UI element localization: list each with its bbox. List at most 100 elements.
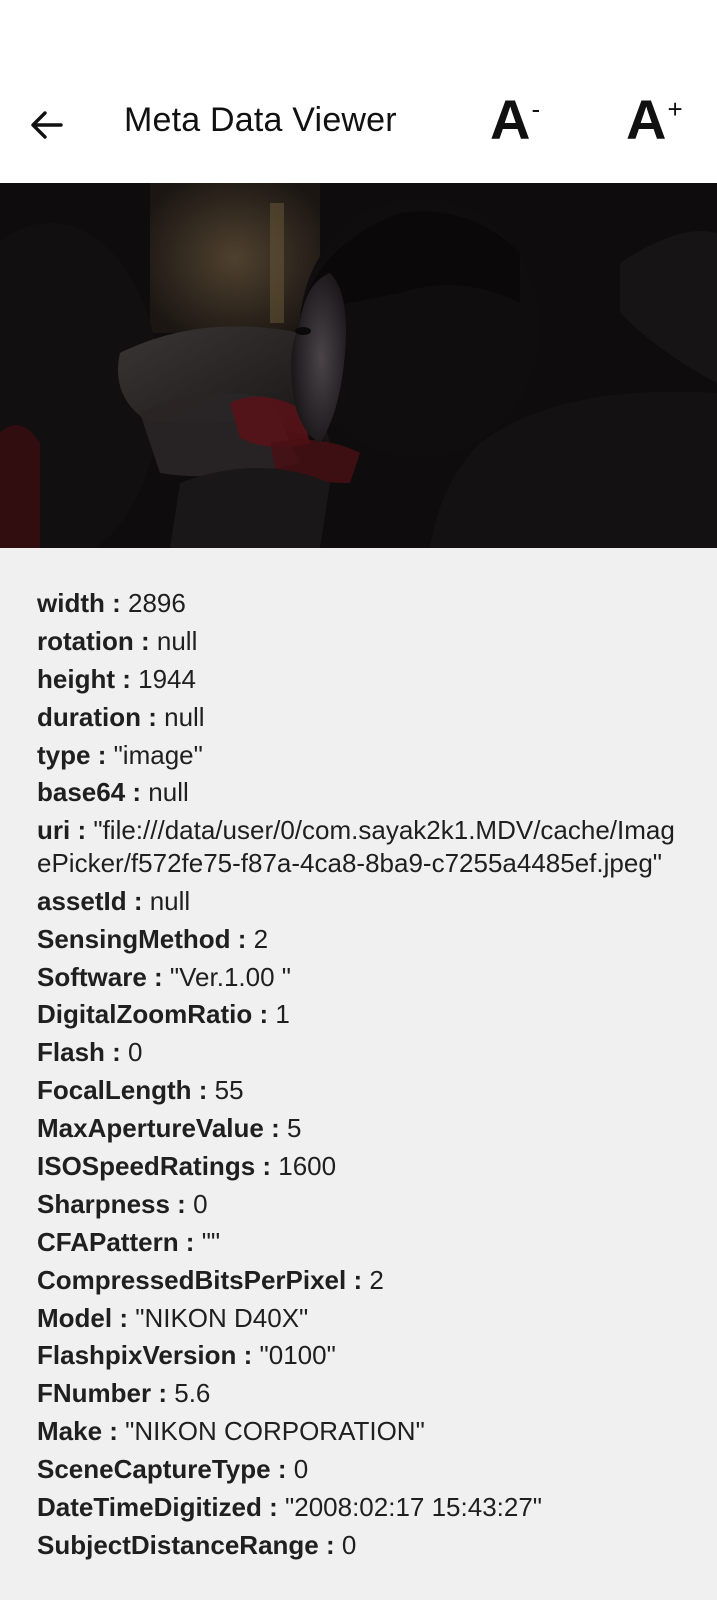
metadata-list: width : 2896 rotation : null height : 1944… bbox=[37, 587, 687, 1567]
metadata-value: 2896 bbox=[127, 588, 186, 618]
metadata-key: uri bbox=[37, 815, 71, 846]
metadata-row: base64 : null bbox=[37, 776, 687, 809]
metadata-separator: : bbox=[90, 739, 114, 770]
metadata-key: SubjectDistanceRange bbox=[37, 1529, 319, 1560]
metadata-separator: : bbox=[104, 588, 128, 618]
metadata-row: FlashpixVersion : "0100" bbox=[37, 1339, 687, 1372]
metadata-key: base64 bbox=[37, 777, 126, 808]
metadata-value: "image" bbox=[113, 739, 203, 770]
metadata-value: null bbox=[149, 885, 191, 916]
metadata-key: Make bbox=[37, 1416, 103, 1447]
metadata-key: FNumber bbox=[37, 1378, 152, 1409]
metadata-row: Flash : 0 bbox=[37, 1036, 687, 1069]
metadata-row: SensingMethod : 2 bbox=[37, 923, 687, 956]
metadata-key: type bbox=[37, 739, 91, 770]
metadata-separator: : bbox=[115, 663, 139, 694]
metadata-value: "NIKON CORPORATION" bbox=[125, 1416, 425, 1447]
metadata-separator: : bbox=[146, 961, 170, 992]
metadata-row: CompressedBitsPerPixel : 2 bbox=[37, 1264, 687, 1297]
metadata-row: ISOSpeedRatings : 1600 bbox=[37, 1150, 687, 1183]
metadata-key: height bbox=[37, 663, 115, 694]
plus-icon: + bbox=[667, 94, 683, 124]
metadata-key: DateTimeDigitized bbox=[37, 1491, 262, 1522]
metadata-value: "0100" bbox=[259, 1340, 336, 1371]
metadata-row: Make : "NIKON CORPORATION" bbox=[37, 1415, 687, 1448]
metadata-value: "Ver.1.00 " bbox=[169, 961, 292, 992]
metadata-value: null bbox=[156, 625, 198, 656]
metadata-value: 5 bbox=[286, 1113, 302, 1144]
metadata-value: 0 bbox=[193, 1188, 208, 1219]
metadata-separator: : bbox=[70, 815, 94, 846]
metadata-value: null bbox=[148, 777, 189, 808]
minus-icon: - bbox=[531, 94, 541, 124]
app-bar: Meta Data Viewer A - A + bbox=[0, 72, 717, 183]
metadata-value: 0 bbox=[128, 1037, 143, 1068]
metadata-key: MaxApertureValue bbox=[37, 1113, 264, 1144]
metadata-value: "NIKON D40X" bbox=[135, 1302, 309, 1333]
metadata-key: width bbox=[37, 588, 105, 618]
metadata-row: CFAPattern : "" bbox=[37, 1226, 687, 1259]
metadata-row: Sharpness : 0 bbox=[37, 1188, 687, 1221]
metadata-separator: : bbox=[133, 625, 157, 656]
metadata-row: FNumber : 5.6 bbox=[37, 1377, 687, 1410]
metadata-key: CFAPattern bbox=[37, 1226, 179, 1257]
metadata-separator: : bbox=[178, 1226, 202, 1257]
metadata-key: FlashpixVersion bbox=[37, 1340, 237, 1371]
metadata-value: 2 bbox=[369, 1264, 384, 1295]
metadata-row: Model : "NIKON D40X" bbox=[37, 1302, 687, 1335]
metadata-value: 1944 bbox=[138, 663, 196, 694]
status-bar bbox=[0, 0, 717, 72]
increase-font-button[interactable]: A + bbox=[626, 90, 683, 154]
font-size-letter: A bbox=[626, 88, 667, 151]
metadata-separator: : bbox=[112, 1302, 136, 1333]
metadata-key: CompressedBitsPerPixel bbox=[37, 1264, 347, 1295]
metadata-separator: : bbox=[191, 1075, 215, 1106]
back-button[interactable] bbox=[26, 106, 68, 148]
metadata-row: DateTimeDigitized : "2008:02:17 15:43:27… bbox=[37, 1491, 687, 1524]
metadata-key: DigitalZoomRatio bbox=[37, 999, 253, 1030]
page-title: Meta Data Viewer bbox=[124, 101, 397, 139]
metadata-value: 1600 bbox=[278, 1150, 337, 1181]
metadata-row: Software : "Ver.1.00 " bbox=[37, 961, 687, 994]
metadata-value: 55 bbox=[214, 1075, 244, 1106]
metadata-row: SubjectDistanceRange : 0 bbox=[37, 1529, 687, 1562]
metadata-separator: : bbox=[236, 1340, 260, 1371]
metadata-value: 5.6 bbox=[174, 1378, 211, 1409]
metadata-key: assetId bbox=[37, 885, 127, 916]
metadata-separator: : bbox=[125, 777, 149, 808]
metadata-key: SceneCaptureType bbox=[37, 1454, 271, 1485]
metadata-separator: : bbox=[102, 1416, 126, 1447]
metadata-separator: : bbox=[126, 885, 150, 916]
metadata-row: duration : null bbox=[37, 701, 687, 734]
metadata-row: SceneCaptureType : 0 bbox=[37, 1453, 687, 1486]
selected-photo bbox=[0, 183, 717, 548]
metadata-value: "2008:02:17 15:43:27" bbox=[285, 1491, 543, 1522]
metadata-separator: : bbox=[230, 923, 254, 954]
metadata-key: FocalLength bbox=[37, 1075, 192, 1106]
metadata-row: uri : "file:///data/user/0/com.sayak2k1.… bbox=[37, 814, 687, 879]
metadata-key: Model bbox=[37, 1302, 113, 1333]
metadata-key: Sharpness bbox=[37, 1188, 170, 1219]
metadata-separator: : bbox=[270, 1454, 294, 1485]
metadata-row: height : 1944 bbox=[37, 663, 687, 696]
metadata-row: assetId : null bbox=[37, 885, 687, 918]
metadata-key: rotation bbox=[37, 625, 134, 656]
metadata-key: Software bbox=[37, 961, 147, 992]
metadata-key: Flash bbox=[37, 1037, 105, 1068]
metadata-separator: : bbox=[141, 701, 165, 732]
metadata-row: DigitalZoomRatio : 1 bbox=[37, 998, 687, 1031]
metadata-row: MaxApertureValue : 5 bbox=[37, 1112, 687, 1145]
metadata-key: SensingMethod bbox=[37, 923, 231, 954]
metadata-separator: : bbox=[318, 1529, 342, 1560]
metadata-value: 0 bbox=[341, 1529, 357, 1560]
metadata-separator: : bbox=[151, 1378, 175, 1409]
metadata-key: ISOSpeedRatings bbox=[37, 1150, 256, 1181]
metadata-value: null bbox=[164, 701, 205, 732]
metadata-value: "" bbox=[201, 1226, 221, 1257]
decrease-font-button[interactable]: A - bbox=[490, 90, 540, 154]
metadata-separator: : bbox=[263, 1113, 287, 1144]
metadata-separator: : bbox=[169, 1188, 194, 1219]
metadata-row: FocalLength : 55 bbox=[37, 1074, 687, 1107]
metadata-value: 2 bbox=[253, 923, 269, 954]
metadata-key: duration bbox=[37, 701, 141, 732]
